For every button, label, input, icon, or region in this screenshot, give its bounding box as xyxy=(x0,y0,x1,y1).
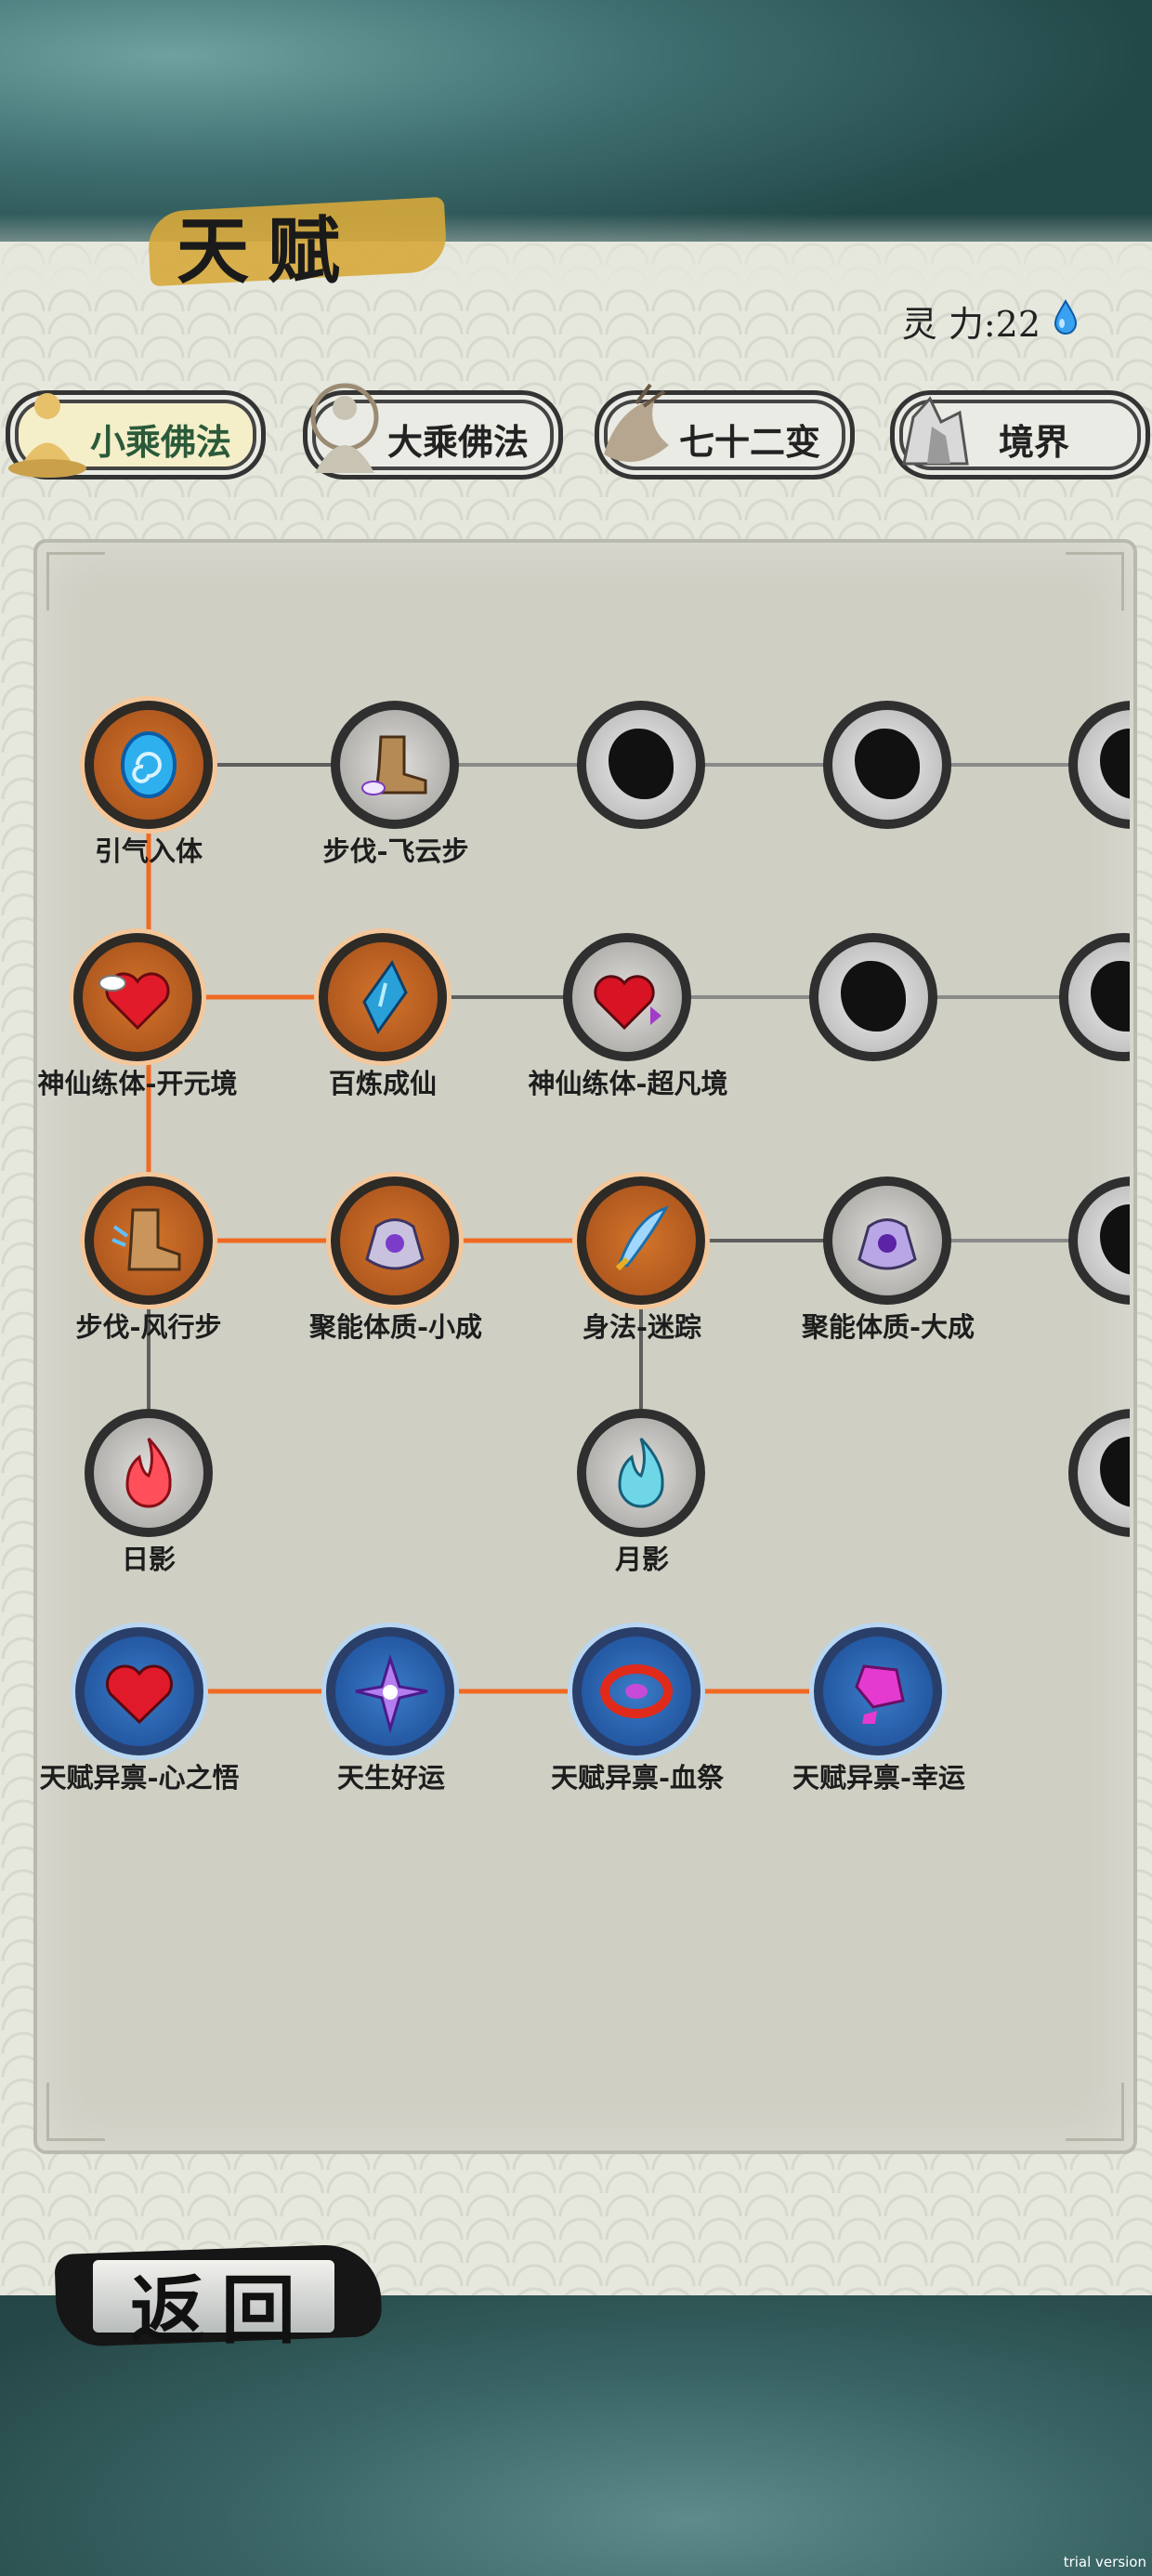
talent-node-wind-step[interactable] xyxy=(85,1176,213,1305)
talent-label: 天生好运 xyxy=(336,1762,445,1794)
pouch-icon xyxy=(365,1218,425,1270)
talent-node-cloud-step[interactable] xyxy=(331,701,459,829)
feather-icon xyxy=(615,1205,670,1271)
meditating-monk-icon xyxy=(8,393,86,478)
clipped-node xyxy=(1068,701,1130,829)
blue-flame-icon xyxy=(618,1437,664,1508)
red-heart-icon xyxy=(106,1664,173,1725)
talent-label: 天赋异禀-血祭 xyxy=(550,1762,725,1794)
panel-corner-ornament xyxy=(1066,2083,1124,2141)
wind-boot-icon xyxy=(111,1208,181,1271)
talent-label: 百炼成仙 xyxy=(328,1068,437,1099)
talent-node-energy-body-1[interactable] xyxy=(331,1176,459,1305)
spirit-power-value: 22 xyxy=(995,304,1041,345)
talent-label: 神仙练体-超凡境 xyxy=(528,1068,728,1099)
talent-node-energy-body-2[interactable] xyxy=(823,1176,951,1305)
tab-label: 小乘佛法 xyxy=(90,421,232,463)
tab-label: 境界 xyxy=(999,421,1070,463)
spirit-power-display: 灵 力:22 xyxy=(902,296,1041,347)
talent-node-locked[interactable] xyxy=(1068,1176,1130,1305)
page-title: 天赋 xyxy=(177,209,360,294)
talent-label: 月影 xyxy=(614,1544,669,1575)
ruby-ring-icon xyxy=(600,1664,673,1718)
talent-label: 身法-迷踪 xyxy=(582,1311,702,1343)
blue-crystal-icon xyxy=(362,960,408,1034)
purple-flower-icon xyxy=(355,1654,428,1733)
talent-node-lucky[interactable] xyxy=(814,1627,942,1755)
talent-label: 聚能体质-小成 xyxy=(308,1311,483,1343)
title-banner: 天赋 xyxy=(147,186,448,297)
talent-label: 天赋异禀-心之悟 xyxy=(39,1762,240,1794)
clipped-node xyxy=(1059,933,1130,1061)
panel-corner-ornament xyxy=(46,552,105,611)
talent-node-locked[interactable] xyxy=(809,933,937,1061)
spiral-orb-icon xyxy=(121,731,177,798)
panel-corner-ornament xyxy=(46,2083,105,2141)
purple-pouch-icon xyxy=(857,1218,917,1270)
monkey-king-icon xyxy=(604,383,669,462)
talent-node-body-refine-1[interactable] xyxy=(73,933,202,1061)
buddha-icon xyxy=(310,383,379,473)
tab-seventy-two-transformations[interactable]: 七十二变 xyxy=(595,383,855,480)
talent-node-born-lucky[interactable] xyxy=(326,1627,454,1755)
talent-node-intake-qi[interactable] xyxy=(85,701,213,829)
back-button[interactable]: 返回 xyxy=(54,2230,383,2360)
cloud-boot-icon xyxy=(361,735,427,795)
talent-node-hundred-refine[interactable] xyxy=(319,933,447,1061)
winged-heart-icon xyxy=(98,972,170,1031)
tab-small-vehicle[interactable]: 小乘佛法 xyxy=(6,390,266,480)
clipped-node xyxy=(1068,1176,1130,1305)
tab-label: 大乘佛法 xyxy=(387,421,530,463)
talent-node-locked[interactable] xyxy=(1068,1409,1130,1537)
talent-node-locked[interactable] xyxy=(1068,701,1130,829)
talent-label: 神仙练体-开元境 xyxy=(37,1068,238,1099)
talent-tabs: 小乘佛法 大乘佛法 七十二变 境界 xyxy=(0,381,1152,483)
talent-node-sun-shadow[interactable] xyxy=(85,1409,213,1537)
watermark-text: trial version xyxy=(1063,2554,1146,2570)
panel-corner-ornament xyxy=(1066,552,1124,611)
crystal-rock-icon xyxy=(902,396,969,466)
red-flame-icon xyxy=(125,1437,172,1508)
talent-node-locked[interactable] xyxy=(577,701,705,829)
talent-label: 聚能体质-大成 xyxy=(801,1311,975,1343)
spirit-power-label: 灵 力: xyxy=(901,304,996,345)
talent-label: 日影 xyxy=(121,1544,176,1575)
talent-label: 引气入体 xyxy=(94,835,203,867)
talent-label: 天赋异禀-幸运 xyxy=(792,1762,966,1794)
tab-label: 七十二变 xyxy=(679,421,821,463)
talent-node-moon-shadow[interactable] xyxy=(577,1409,705,1537)
talent-node-body-refine-2[interactable] xyxy=(563,933,691,1061)
pink-gem-icon xyxy=(855,1664,905,1724)
talent-label: 步伐-飞云步 xyxy=(322,835,469,867)
clipped-node xyxy=(1068,1409,1130,1537)
tab-great-vehicle[interactable]: 大乘佛法 xyxy=(303,383,563,480)
back-label: 返回 xyxy=(130,2267,312,2354)
talent-node-heart-insight[interactable] xyxy=(75,1627,203,1755)
talent-label: 步伐-风行步 xyxy=(75,1311,222,1343)
talent-node-mystic-track[interactable] xyxy=(577,1176,705,1305)
water-drop-icon xyxy=(1054,299,1078,335)
talent-node-locked[interactable] xyxy=(823,701,951,829)
tab-realm[interactable]: 境界 xyxy=(890,390,1150,480)
talent-node-blood-sacrifice[interactable] xyxy=(572,1627,700,1755)
talent-node-locked[interactable] xyxy=(1059,933,1130,1061)
heart-potion-icon xyxy=(594,975,661,1031)
